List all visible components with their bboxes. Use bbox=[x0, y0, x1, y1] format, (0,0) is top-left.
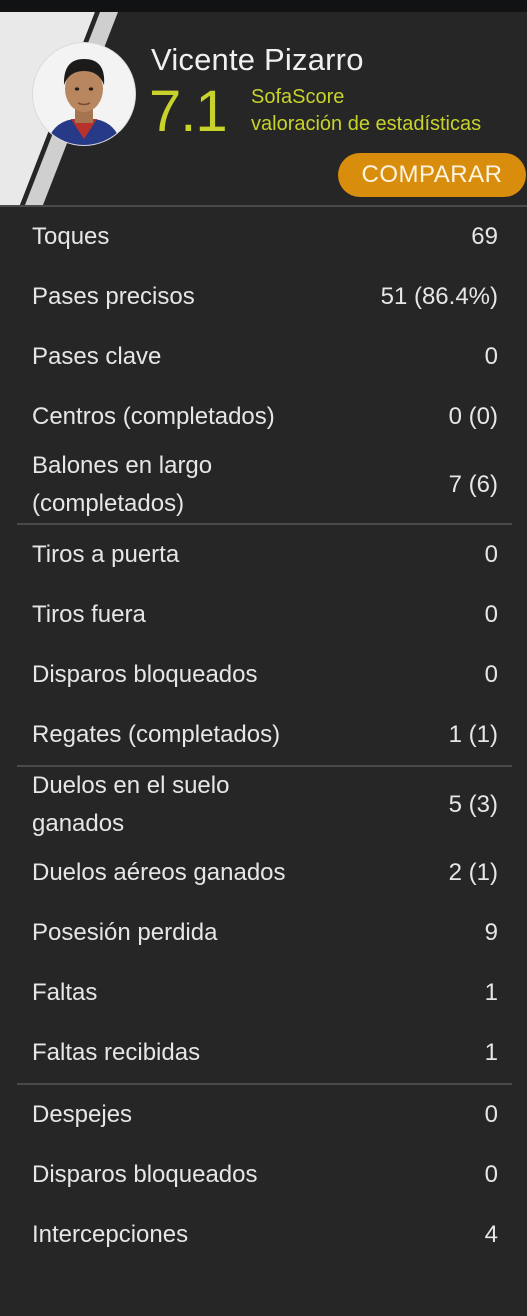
stat-row-disparos-bloqueados-defensa: Disparos bloqueados 0 bbox=[0, 1145, 527, 1205]
rating-source-brand: SofaScore bbox=[251, 86, 345, 108]
stat-value: 1 bbox=[484, 1039, 498, 1066]
stat-value: 0 (0) bbox=[448, 403, 498, 430]
stat-row-regates: Regates (completados) 1 (1) bbox=[0, 705, 527, 765]
stat-value: 4 bbox=[484, 1221, 498, 1248]
stat-label: Centros (completados) bbox=[32, 403, 275, 430]
stat-label: Duelos aéreos ganados bbox=[32, 859, 286, 886]
stat-value: 0 bbox=[484, 343, 498, 370]
stat-value: 0 bbox=[484, 1161, 498, 1188]
status-bar-strip bbox=[0, 0, 527, 12]
stat-row-faltas: Faltas 1 bbox=[0, 963, 527, 1023]
stat-label: Intercepciones bbox=[32, 1221, 189, 1248]
stat-label: Toques bbox=[32, 223, 110, 250]
stat-label: Faltas bbox=[32, 979, 98, 1006]
rating-source-description: valoración de estadísticas bbox=[251, 113, 482, 135]
stat-row-duelos-aereos: Duelos aéreos ganados 2 (1) bbox=[0, 843, 527, 903]
stat-value: 9 bbox=[484, 919, 498, 946]
stat-value: 0 bbox=[484, 661, 498, 688]
stat-value: 5 (3) bbox=[448, 791, 498, 818]
stat-value: 2 (1) bbox=[448, 859, 498, 886]
stat-label: Disparos bloqueados bbox=[32, 661, 258, 688]
stat-value: 1 bbox=[484, 979, 498, 1006]
stat-label: Tiros a puerta bbox=[32, 541, 180, 568]
stat-row-toques: Toques 69 bbox=[0, 207, 527, 267]
stat-row-posesion-perdida: Posesión perdida 9 bbox=[0, 903, 527, 963]
player-name: Vicente Pizarro bbox=[151, 42, 364, 77]
stat-label: Pases clave bbox=[32, 343, 162, 370]
stat-value: 0 bbox=[484, 541, 498, 568]
stat-value: 0 bbox=[484, 1101, 498, 1128]
stat-row-faltas-recibidas: Faltas recibidas 1 bbox=[0, 1023, 527, 1083]
stat-row-disparos-bloqueados: Disparos bloqueados 0 bbox=[0, 645, 527, 705]
stat-value: 7 (6) bbox=[448, 471, 498, 498]
stat-row-intercepciones: Intercepciones 4 bbox=[0, 1205, 527, 1265]
rating-source: SofaScore valoración de estadísticas bbox=[251, 84, 527, 138]
stat-label: Balones en largo (completados) bbox=[32, 452, 213, 517]
stat-label: Tiros fuera bbox=[32, 601, 146, 628]
stat-value: 51 (86.4%) bbox=[380, 283, 498, 310]
stat-row-tiros-a-puerta: Tiros a puerta 0 bbox=[0, 525, 527, 585]
player-header: Vicente Pizarro 7.1 SofaScore valoración… bbox=[0, 12, 527, 205]
stat-label: Pases precisos bbox=[32, 283, 195, 310]
stat-label: Regates (completados) bbox=[32, 721, 281, 748]
stat-label: Posesión perdida bbox=[32, 919, 218, 946]
stat-row-centros: Centros (completados) 0 (0) bbox=[0, 387, 527, 447]
compare-button[interactable]: COMPARAR bbox=[338, 153, 526, 197]
player-rating: 7.1 bbox=[149, 79, 228, 144]
stat-value: 1 (1) bbox=[448, 721, 498, 748]
stat-row-tiros-fuera: Tiros fuera 0 bbox=[0, 585, 527, 645]
stat-row-balones-en-largo: Balones en largo (completados) 7 (6) bbox=[0, 447, 527, 523]
stat-row-pases-precisos: Pases precisos 51 (86.4%) bbox=[0, 267, 527, 327]
stat-label: Despejes bbox=[32, 1101, 133, 1128]
stat-row-despejes: Despejes 0 bbox=[0, 1085, 527, 1145]
stats-list: Toques 69 Pases precisos 51 (86.4%) Pase… bbox=[0, 207, 527, 1265]
stat-value: 0 bbox=[484, 601, 498, 628]
player-avatar[interactable] bbox=[33, 43, 135, 145]
stat-row-pases-clave: Pases clave 0 bbox=[0, 327, 527, 387]
stat-label: Faltas recibidas bbox=[32, 1039, 201, 1066]
stat-row-duelos-suelo: Duelos en el suelo ganados 5 (3) bbox=[0, 767, 527, 843]
stat-label: Duelos en el suelo ganados bbox=[32, 772, 230, 837]
stat-value: 69 bbox=[471, 223, 498, 250]
stat-label: Disparos bloqueados bbox=[32, 1161, 258, 1188]
